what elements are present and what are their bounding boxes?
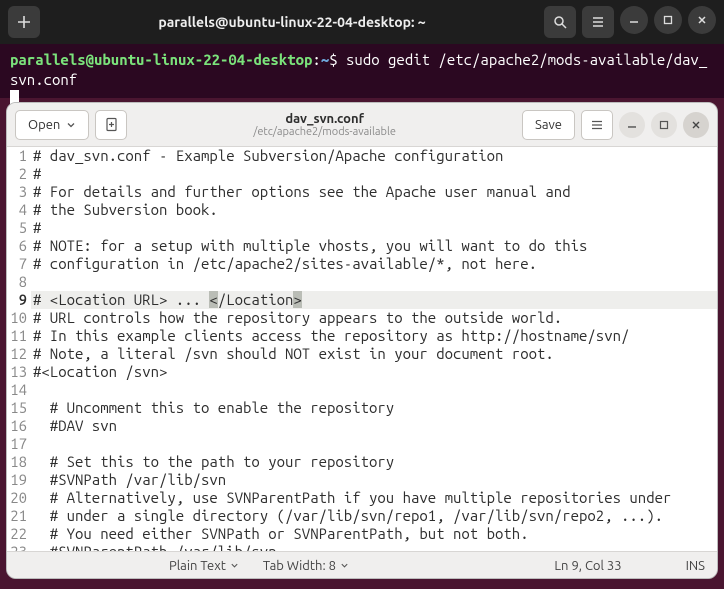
line-number-gutter: 1234567891011121314151617181920212223 [7, 147, 31, 551]
line-number: 4 [7, 201, 27, 219]
minimize-button[interactable] [620, 6, 648, 34]
terminal-titlebar: parallels@ubuntu-linux-22-04-desktop: ~ [0, 0, 724, 44]
tab-width-label: Tab Width: 8 [263, 559, 336, 573]
code-line[interactable]: # For details and further options see th… [31, 183, 717, 201]
code-line[interactable]: # Alternatively, use SVNParentPath if yo… [31, 489, 717, 507]
insert-mode[interactable]: INS [686, 559, 705, 573]
line-number: 12 [7, 345, 27, 363]
terminal-title: parallels@ubuntu-linux-22-04-desktop: ~ [46, 14, 538, 30]
code-line[interactable]: # configuration in /etc/apache2/sites-av… [31, 255, 717, 273]
search-button[interactable] [544, 6, 576, 38]
line-number: 7 [7, 255, 27, 273]
save-button-label: Save [535, 118, 562, 132]
plus-icon [17, 15, 31, 29]
new-document-button[interactable] [95, 110, 127, 140]
editor-area[interactable]: 1234567891011121314151617181920212223 # … [7, 147, 717, 551]
code-line[interactable]: # under a single directory (/var/lib/svn… [31, 507, 717, 525]
code-line[interactable] [31, 273, 717, 291]
line-number: 21 [7, 507, 27, 525]
code-line[interactable]: #DAV svn [31, 417, 717, 435]
document-path: /etc/apache2/mods-available [135, 126, 514, 138]
code-line[interactable]: # Note, a literal /svn should NOT exist … [31, 345, 717, 363]
line-number: 3 [7, 183, 27, 201]
minimize-icon [629, 15, 639, 25]
gedit-window: Open dav_svn.conf /etc/apache2/mods-avai… [6, 102, 718, 579]
line-number: 1 [7, 147, 27, 165]
code-line[interactable]: # You need either SVNPath or SVNParentPa… [31, 525, 717, 543]
code-line[interactable] [31, 435, 717, 453]
code-line[interactable]: # In this example clients access the rep… [31, 327, 717, 345]
close-icon [697, 15, 707, 25]
code-line[interactable]: # Set this to the path to your repositor… [31, 453, 717, 471]
line-number: 15 [7, 399, 27, 417]
line-number: 8 [7, 273, 27, 291]
code-line[interactable]: # [31, 219, 717, 237]
open-button-label: Open [28, 118, 60, 132]
line-number: 13 [7, 363, 27, 381]
document-title: dav_svn.conf [135, 112, 514, 126]
line-number: 18 [7, 453, 27, 471]
line-number: 9 [7, 291, 27, 309]
chevron-down-icon [230, 561, 239, 570]
code-line[interactable]: # dav_svn.conf - Example Subversion/Apac… [31, 147, 717, 165]
statusbar: Plain Text Tab Width: 8 Ln 9, Col 33 INS [7, 551, 717, 579]
line-number: 11 [7, 327, 27, 345]
code-line[interactable]: # <Location URL> ... </Location> [31, 291, 717, 309]
syntax-selector[interactable]: Plain Text [169, 559, 239, 573]
gedit-minimize-button[interactable] [619, 112, 645, 138]
new-tab-button[interactable] [8, 6, 40, 38]
prompt-user: parallels@ubuntu-linux-22-04-desktop [10, 51, 312, 68]
prompt-separator: : [312, 51, 320, 68]
line-number: 16 [7, 417, 27, 435]
line-number: 19 [7, 471, 27, 489]
code-line[interactable]: #SVNParentPath /var/lib/svn [31, 543, 717, 551]
maximize-button[interactable] [654, 6, 682, 34]
code-line[interactable] [31, 381, 717, 399]
syntax-label: Plain Text [169, 559, 226, 573]
save-button[interactable]: Save [522, 110, 575, 140]
terminal-output[interactable]: parallels@ubuntu-linux-22-04-desktop:~$ … [0, 44, 724, 98]
code-line[interactable]: # the Subversion book. [31, 201, 717, 219]
code-line[interactable]: # NOTE: for a setup with multiple vhosts… [31, 237, 717, 255]
line-number: 5 [7, 219, 27, 237]
close-icon [691, 120, 701, 130]
code-line[interactable]: # URL controls how the repository appear… [31, 309, 717, 327]
code-line[interactable]: #SVNPath /var/lib/svn [31, 471, 717, 489]
line-number: 10 [7, 309, 27, 327]
line-number: 22 [7, 525, 27, 543]
hamburger-icon [591, 15, 605, 29]
code-content[interactable]: # dav_svn.conf - Example Subversion/Apac… [31, 147, 717, 551]
gedit-header: Open dav_svn.conf /etc/apache2/mods-avai… [7, 103, 717, 147]
line-number: 2 [7, 165, 27, 183]
gedit-maximize-button[interactable] [651, 112, 677, 138]
terminal-menu-button[interactable] [582, 6, 614, 38]
line-number: 6 [7, 237, 27, 255]
prompt-dollar: $ [329, 51, 337, 68]
line-number: 17 [7, 435, 27, 453]
minimize-icon [627, 120, 637, 130]
close-button[interactable] [688, 6, 716, 34]
chevron-down-icon [66, 120, 76, 130]
maximize-icon [663, 15, 673, 25]
code-line[interactable]: # [31, 165, 717, 183]
cursor-position: Ln 9, Col 33 [554, 559, 621, 573]
chevron-down-icon [340, 561, 349, 570]
hamburger-icon [590, 118, 604, 132]
prompt-path: ~ [321, 51, 329, 68]
search-icon [553, 15, 567, 29]
line-number: 20 [7, 489, 27, 507]
line-number: 23 [7, 543, 27, 551]
maximize-icon [659, 120, 669, 130]
line-number: 14 [7, 381, 27, 399]
tab-width-selector[interactable]: Tab Width: 8 [263, 559, 349, 573]
code-line[interactable]: #<Location /svn> [31, 363, 717, 381]
open-button[interactable]: Open [15, 110, 89, 140]
new-doc-icon [104, 117, 119, 132]
gedit-close-button[interactable] [683, 112, 709, 138]
code-line[interactable]: # Uncomment this to enable the repositor… [31, 399, 717, 417]
gedit-menu-button[interactable] [581, 110, 613, 140]
